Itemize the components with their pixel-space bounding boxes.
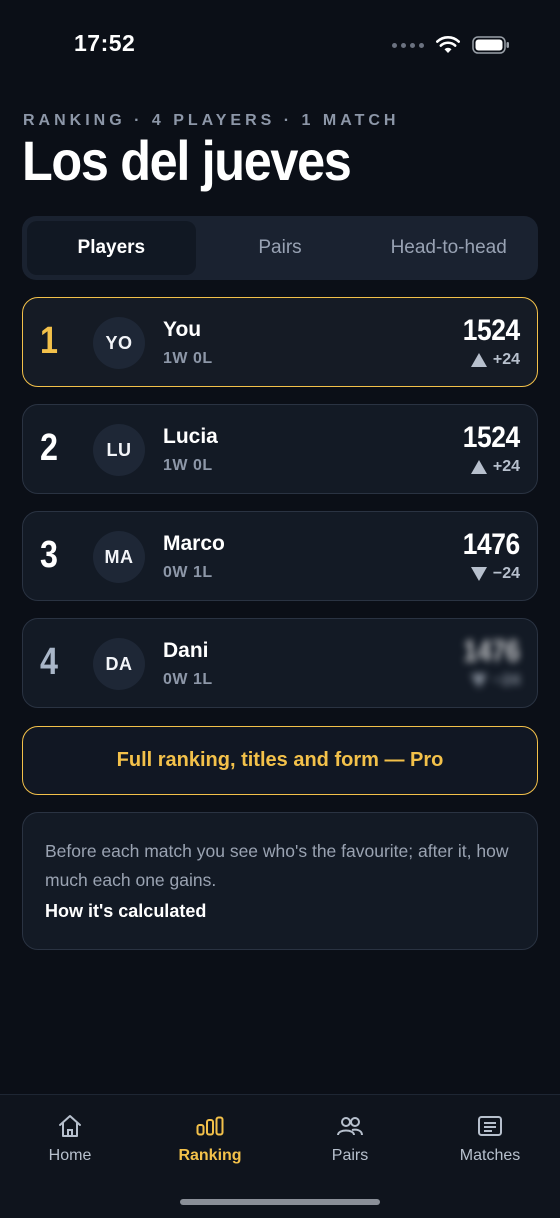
nav-pairs-label: Pairs: [331, 1147, 369, 1164]
home-icon: [56, 1113, 84, 1139]
rating-delta: +24: [470, 351, 520, 369]
segmented-tabs: Players Pairs Head-to-head: [22, 216, 538, 280]
player-rank: 1: [40, 320, 58, 362]
nav-home[interactable]: Home: [0, 1095, 140, 1218]
battery-icon: [472, 36, 509, 54]
rating-delta-value: +24: [492, 458, 520, 475]
player-card-marco[interactable]: 3 MA Marco 0W 1L 1476 −24: [22, 511, 538, 601]
player-rating-locked: 1476: [463, 635, 520, 668]
tab-pairs[interactable]: Pairs: [196, 221, 365, 275]
ranking-icon: [196, 1113, 224, 1139]
avatar: LU: [93, 424, 145, 476]
player-ranking-list: 1 YO You 1W 0L 1524 +24 2 LU Lucia 1W 0L…: [22, 297, 538, 725]
player-name: Lucia: [163, 425, 218, 448]
matches-icon: [476, 1113, 504, 1139]
rating-delta-value: −24: [492, 672, 520, 689]
wifi-icon: [436, 36, 460, 53]
info-text: Before each match you see who's the favo…: [45, 841, 509, 890]
tab-head-to-head[interactable]: Head-to-head: [364, 221, 533, 275]
status-time: 17:52: [74, 30, 136, 56]
player-record: 1W 0L: [163, 457, 213, 474]
avatar: DA: [93, 638, 145, 690]
status-bar: 17:52: [0, 0, 560, 90]
triangle-up-icon: [470, 460, 487, 474]
triangle-down-icon: [470, 674, 487, 688]
rating-delta: −24: [470, 565, 520, 583]
upgrade-pro-button[interactable]: Full ranking, titles and form — Pro: [22, 726, 538, 795]
player-record: 0W 1L: [163, 671, 213, 688]
rating-delta-value: −24: [492, 565, 520, 582]
player-card-lucia[interactable]: 2 LU Lucia 1W 0L 1524 +24: [22, 404, 538, 494]
status-icons: [392, 36, 510, 54]
nav-matches-label: Matches: [459, 1147, 521, 1164]
player-name: Marco: [163, 532, 225, 555]
rating-delta: +24: [470, 458, 520, 476]
triangle-down-icon: [470, 567, 487, 581]
player-rating: 1476: [463, 528, 520, 561]
rating-delta-value: +24: [492, 351, 520, 368]
player-rating: 1524: [463, 314, 520, 347]
rating-delta-locked: −24: [470, 672, 520, 690]
page-title: Los del jueves: [22, 129, 352, 192]
player-record: 1W 0L: [163, 350, 213, 367]
pairs-icon: [336, 1113, 364, 1139]
how-calculated-link[interactable]: How it's calculated: [45, 901, 206, 922]
player-card-you[interactable]: 1 YO You 1W 0L 1524 +24: [22, 297, 538, 387]
player-name: You: [163, 318, 202, 341]
player-card-dani[interactable]: 4 DA Dani 0W 1L 1476 −24: [22, 618, 538, 708]
tab-players[interactable]: Players: [27, 221, 196, 275]
nav-home-label: Home: [48, 1147, 92, 1164]
info-card: Before each match you see who's the favo…: [22, 812, 538, 950]
nav-ranking-label: Ranking: [178, 1147, 242, 1164]
player-rank: 3: [40, 534, 58, 576]
player-rank: 2: [40, 427, 58, 469]
avatar: MA: [93, 531, 145, 583]
cellular-signal-icon: [392, 42, 424, 48]
nav-matches[interactable]: Matches: [420, 1095, 560, 1218]
home-indicator[interactable]: [180, 1199, 380, 1205]
player-record: 0W 1L: [163, 564, 213, 581]
player-rank: 4: [40, 641, 58, 683]
triangle-up-icon: [470, 353, 487, 367]
avatar: YO: [93, 317, 145, 369]
player-name: Dani: [163, 639, 209, 662]
player-rating: 1524: [463, 421, 520, 454]
